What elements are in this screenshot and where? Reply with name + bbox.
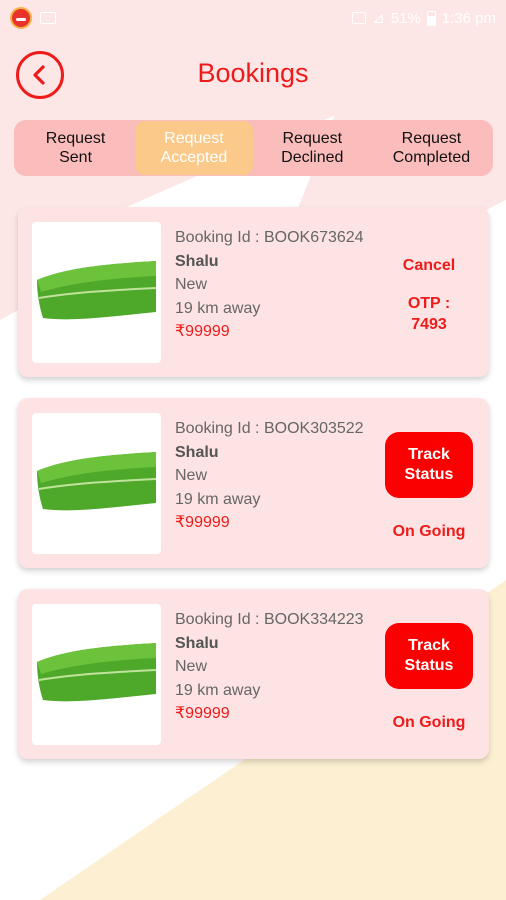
booking-status: New	[175, 658, 208, 675]
banana-leaf-image	[32, 604, 161, 745]
booking-list: Booking Id : BOOK673624 Shalu New 19 km …	[18, 207, 489, 780]
booking-status: New	[175, 276, 208, 293]
tab-request-completed[interactable]: Request Completed	[372, 120, 491, 176]
tab-request-accepted[interactable]: Request Accepted	[135, 121, 253, 175]
booking-card[interactable]: Booking Id : BOOK303522 Shalu New 19 km …	[18, 398, 489, 568]
track-label-line1: Track	[408, 446, 450, 463]
customer-name: Shalu	[175, 443, 219, 461]
booking-card[interactable]: Booking Id : BOOK673624 Shalu New 19 km …	[18, 207, 489, 377]
booking-info: Booking Id : BOOK303522 Shalu New 19 km …	[175, 417, 364, 535]
otp-value: 7493	[411, 316, 447, 333]
booking-actions: Cancel OTP : 7493	[383, 207, 475, 377]
distance: 19 km away	[175, 299, 261, 317]
booking-card[interactable]: Booking Id : BOOK334223 Shalu New 19 km …	[18, 589, 489, 759]
booking-actions: Track Status On Going	[383, 398, 475, 568]
app-logo-icon	[10, 7, 32, 29]
leaf-icon	[36, 451, 156, 510]
booking-id-row: Booking Id : BOOK673624	[175, 226, 364, 250]
booking-id-value: BOOK303522	[263, 420, 364, 437]
track-status-button[interactable]: Track Status	[385, 623, 473, 689]
customer-name: Shalu	[175, 252, 219, 270]
otp-label: OTP :	[407, 295, 451, 312]
page-title: Bookings	[197, 58, 309, 88]
battery-percent: 51%	[390, 9, 421, 27]
tab-label-line1: Request	[164, 130, 224, 147]
banana-leaf-image	[32, 222, 161, 363]
tab-label-line2: Sent	[59, 149, 93, 166]
clock: 1:36 pm	[441, 9, 496, 27]
tab-label-line2: Completed	[392, 149, 471, 166]
banana-leaf-image	[32, 413, 161, 554]
track-status-button[interactable]: Track Status	[385, 432, 473, 498]
tab-label-line2: Accepted	[160, 149, 228, 166]
booking-id-value: BOOK334223	[263, 611, 364, 628]
price: ₹99999	[175, 514, 230, 531]
booking-info: Booking Id : BOOK334223 Shalu New 19 km …	[175, 608, 364, 726]
leaf-icon	[36, 642, 156, 701]
booking-actions: Track Status On Going	[383, 589, 475, 759]
booking-id-value: BOOK673624	[263, 229, 364, 246]
status-bar: ⊿ 51% 1:36 pm	[0, 0, 506, 36]
tab-label-line2: Declined	[281, 149, 344, 166]
battery-icon	[426, 10, 436, 26]
signal-icon: ⊿	[372, 10, 385, 27]
status-bar-right: ⊿ 51% 1:36 pm	[352, 9, 496, 27]
tab-request-sent[interactable]: Request Sent	[16, 120, 135, 176]
tab-label-line1: Request	[45, 130, 106, 147]
booking-tabs: Request Sent Request Accepted Request Decli…	[14, 120, 493, 176]
otp-display: OTP : 7493	[383, 293, 475, 335]
booking-id-row: Booking Id : BOOK303522	[175, 417, 364, 441]
booking-info: Booking Id : BOOK673624 Shalu New 19 km …	[175, 226, 364, 344]
track-label-line1: Track	[408, 637, 450, 654]
track-label-line2: Status	[404, 657, 454, 674]
tab-request-declined[interactable]: Request Declined	[253, 120, 372, 176]
price: ₹99999	[175, 705, 230, 722]
booking-id-label: Booking Id :	[175, 611, 260, 628]
booking-id-label: Booking Id :	[175, 229, 260, 246]
tab-label-line1: Request	[401, 130, 462, 147]
track-label-line2: Status	[404, 466, 454, 483]
booking-status: New	[175, 467, 208, 484]
customer-name: Shalu	[175, 634, 219, 652]
on-going-status: On Going	[392, 714, 466, 731]
gallery-icon	[40, 12, 56, 24]
vibrate-icon	[352, 12, 367, 24]
cancel-button[interactable]: Cancel	[383, 257, 475, 275]
tab-label-line1: Request	[282, 130, 343, 147]
price: ₹99999	[175, 323, 230, 340]
distance: 19 km away	[175, 681, 261, 699]
leaf-icon	[36, 260, 156, 319]
booking-id-label: Booking Id :	[175, 420, 260, 437]
distance: 19 km away	[175, 490, 261, 508]
booking-id-row: Booking Id : BOOK334223	[175, 608, 364, 632]
header: Bookings	[0, 48, 506, 104]
on-going-status: On Going	[392, 523, 466, 540]
